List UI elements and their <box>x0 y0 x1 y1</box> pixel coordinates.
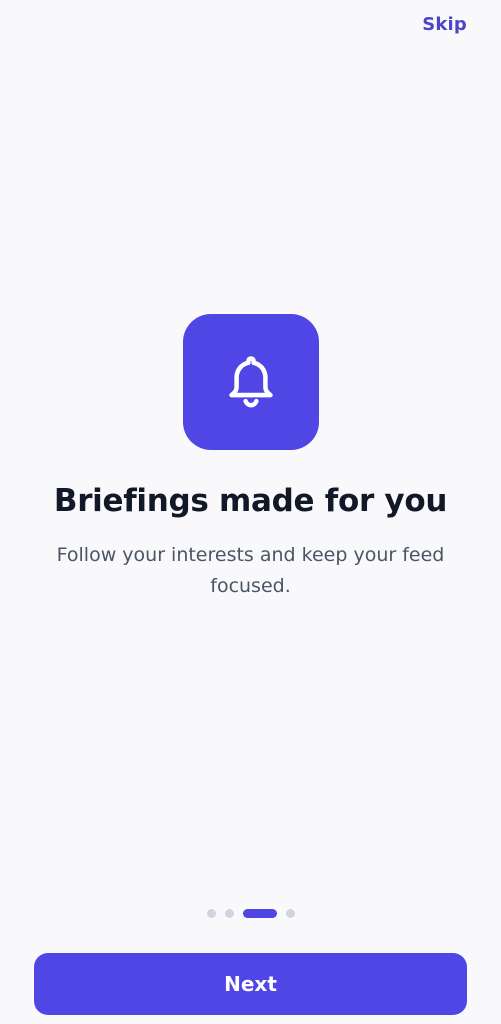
bell-icon <box>229 356 273 408</box>
page-dot-2[interactable] <box>224 909 234 918</box>
skip-button[interactable]: Skip <box>422 14 467 35</box>
page-subtitle: Follow your interests and keep your feed… <box>56 544 445 597</box>
page-dot-1[interactable] <box>206 909 216 918</box>
feature-icon-tile <box>183 314 319 450</box>
page-dot-4[interactable] <box>285 909 295 918</box>
page-dot-3-active[interactable] <box>242 909 277 918</box>
page-title: Briefings made for you <box>53 483 448 519</box>
next-button[interactable]: Next <box>34 953 467 1015</box>
page-indicator <box>0 909 501 918</box>
